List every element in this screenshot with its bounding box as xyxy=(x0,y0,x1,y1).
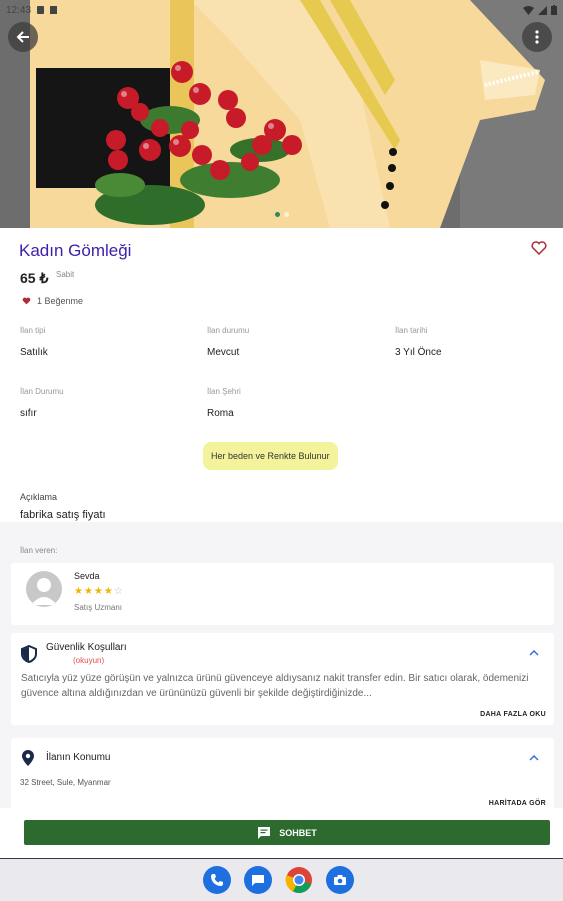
product-price: 65 ₺ xyxy=(20,270,49,286)
phone-app-icon[interactable] xyxy=(203,866,231,894)
wifi-icon xyxy=(523,5,534,15)
detail-value: sıfır xyxy=(20,408,37,419)
message-icon xyxy=(252,875,264,886)
safety-subtitle: (okuyun) xyxy=(73,656,105,665)
detail-city: İlan Şehri Roma xyxy=(207,387,241,419)
heart-outline-icon xyxy=(531,241,547,256)
system-dock xyxy=(0,858,563,901)
seller-section-label: İlan veren: xyxy=(20,546,58,555)
arrow-back-icon xyxy=(16,31,29,43)
signal-icon xyxy=(538,5,547,15)
chat-button-label: SOHBET xyxy=(279,827,317,838)
detail-value: Mevcut xyxy=(207,347,240,358)
location-pin-icon xyxy=(22,750,34,766)
details-grid: İlan tipi Satılık İlan durumu Mevcut İla… xyxy=(0,312,563,522)
read-more-button[interactable]: DAHA FAZLA OKU xyxy=(480,711,546,718)
likes-count: 1 Beğenme xyxy=(22,296,83,306)
battery-icon xyxy=(551,5,557,15)
detail-label: İlan tipi xyxy=(20,326,46,335)
seller-card[interactable]: Sevda ★★★★☆ Satış Uzmanı xyxy=(11,563,554,625)
view-on-map-button[interactable]: HARİTADA GÖR xyxy=(489,800,546,807)
chrome-app-icon[interactable] xyxy=(285,866,313,894)
star-full-icon: ★ xyxy=(74,586,84,597)
chrome-icon xyxy=(285,867,312,893)
star-half-icon: ★ xyxy=(103,586,114,597)
title-section: Kadın Gömleği 65 ₺ Sabit 1 Beğenme xyxy=(0,228,563,312)
detail-listing-type: İlan tipi Satılık xyxy=(20,326,48,358)
location-title: İlanın Konumu xyxy=(46,752,111,763)
star-full-icon: ★ xyxy=(83,586,94,597)
feature-tag: Her beden ve Renkte Bulunur xyxy=(203,442,338,470)
messages-app-icon[interactable] xyxy=(244,866,272,894)
image-pager-indicator xyxy=(275,212,289,217)
chevron-up-icon[interactable] xyxy=(529,650,539,656)
phone-icon xyxy=(211,874,223,886)
heart-filled-icon xyxy=(22,297,31,305)
listing-details: Kadın Gömleği 65 ₺ Sabit 1 Beğenme İlan … xyxy=(0,228,563,820)
location-card: İlanın Konumu 32 Street, Sule, Myanmar H… xyxy=(11,738,554,810)
detail-label: İlan durumu xyxy=(207,326,250,335)
seller-role: Satış Uzmanı xyxy=(74,603,123,612)
description-label: Açıklama xyxy=(20,492,58,502)
description-text: fabrika satış fiyatı xyxy=(20,509,106,521)
chat-icon xyxy=(258,827,271,839)
shield-icon xyxy=(21,645,37,663)
star-full-icon: ★ xyxy=(93,586,104,597)
detail-value: Satılık xyxy=(20,347,48,358)
back-button[interactable] xyxy=(8,22,38,52)
sd-card-icon xyxy=(50,6,58,14)
person-icon xyxy=(31,578,57,605)
location-address: 32 Street, Sule, Myanmar xyxy=(20,778,111,787)
product-image[interactable]: 12:43 xyxy=(0,0,563,228)
status-bar: 12:43 xyxy=(0,0,563,20)
star-empty-icon: ☆ xyxy=(113,586,124,597)
chevron-up-icon[interactable] xyxy=(529,755,539,761)
more-options-button[interactable] xyxy=(522,22,552,52)
camera-app-icon[interactable] xyxy=(326,866,354,894)
detail-label: İlan Şehri xyxy=(207,387,241,396)
chat-button[interactable]: SOHBET xyxy=(24,820,550,845)
seller-name: Sevda xyxy=(74,571,100,581)
detail-value: 3 Yıl Önce xyxy=(395,347,442,358)
detail-label: İlan Durumu xyxy=(20,387,64,396)
notification-icon xyxy=(37,6,45,14)
favorite-button[interactable] xyxy=(531,241,547,260)
detail-condition: İlan Durumu sıfır xyxy=(20,387,64,419)
detail-listing-date: İlan tarihi 3 Yıl Önce xyxy=(395,326,442,358)
safety-card: Güvenlik Koşulları (okuyun) Satıcıyla yü… xyxy=(11,633,554,725)
safety-text: Satıcıyla yüz yüze görüşün ve yalnızca ü… xyxy=(21,673,529,699)
status-time: 12:43 xyxy=(6,4,32,16)
product-photo xyxy=(0,0,563,228)
bottom-action-bar: SOHBET xyxy=(0,808,563,858)
avatar xyxy=(26,571,62,607)
detail-value: Roma xyxy=(207,408,234,419)
more-vert-icon xyxy=(535,30,539,44)
detail-label: İlan tarihi xyxy=(395,326,428,335)
pager-dot xyxy=(284,212,289,217)
camera-icon xyxy=(334,875,346,885)
seller-rating: ★★★★☆ xyxy=(74,586,124,597)
likes-label: 1 Beğenme xyxy=(37,296,84,306)
pager-dot-active xyxy=(275,212,280,217)
safety-title: Güvenlik Koşulları xyxy=(46,642,127,653)
price-type: Sabit xyxy=(56,270,75,279)
product-title: Kadın Gömleği xyxy=(19,241,132,260)
detail-listing-status: İlan durumu Mevcut xyxy=(207,326,249,358)
